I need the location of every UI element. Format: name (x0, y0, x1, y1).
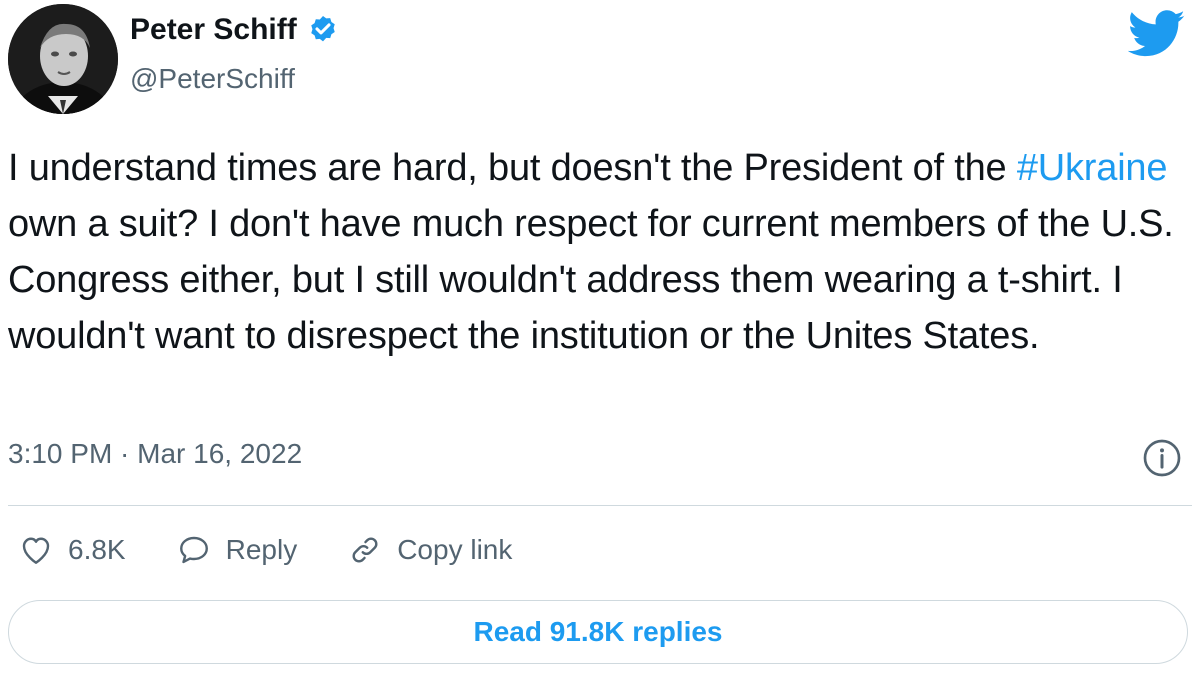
heart-icon (22, 537, 50, 564)
twitter-bird-icon[interactable] (1128, 10, 1186, 58)
info-icon[interactable] (1142, 438, 1182, 478)
tweet-text: I understand times are hard, but doesn't… (8, 140, 1188, 364)
copy-link-label: Copy link (397, 534, 513, 565)
hashtag-link[interactable]: #Ukraine (1017, 147, 1168, 189)
read-replies-label: Read 91.8K replies (473, 616, 723, 647)
author-name-row[interactable]: Peter Schiff (130, 12, 339, 48)
reply-button[interactable]: Reply (176, 530, 298, 570)
avatar[interactable] (8, 4, 118, 114)
avatar-image (8, 4, 118, 114)
copy-link-button[interactable]: Copy link (347, 530, 512, 570)
author-handle[interactable]: @PeterSchiff (130, 62, 295, 96)
display-name[interactable]: Peter Schiff (130, 12, 297, 48)
tweet-text-part-1: I understand times are hard, but doesn't… (8, 147, 1017, 189)
link-icon (352, 537, 378, 563)
speech-bubble-icon (179, 536, 208, 564)
tweet-card: Peter Schiff @PeterSchiff I understand t… (0, 0, 1200, 675)
verified-badge-icon (310, 16, 335, 42)
reply-label: Reply (225, 534, 298, 565)
like-count: 6.8K (68, 534, 126, 565)
like-button[interactable]: 6.8K (18, 530, 126, 570)
read-replies-button[interactable]: Read 91.8K replies (8, 600, 1188, 664)
divider (8, 505, 1192, 506)
tweet-actions: 6.8K Reply Copy link (18, 528, 562, 572)
tweet-text-part-2: own a suit? I don't have much respect fo… (8, 203, 1174, 357)
tweet-timestamp[interactable]: 3:10 PM · Mar 16, 2022 (8, 434, 302, 474)
